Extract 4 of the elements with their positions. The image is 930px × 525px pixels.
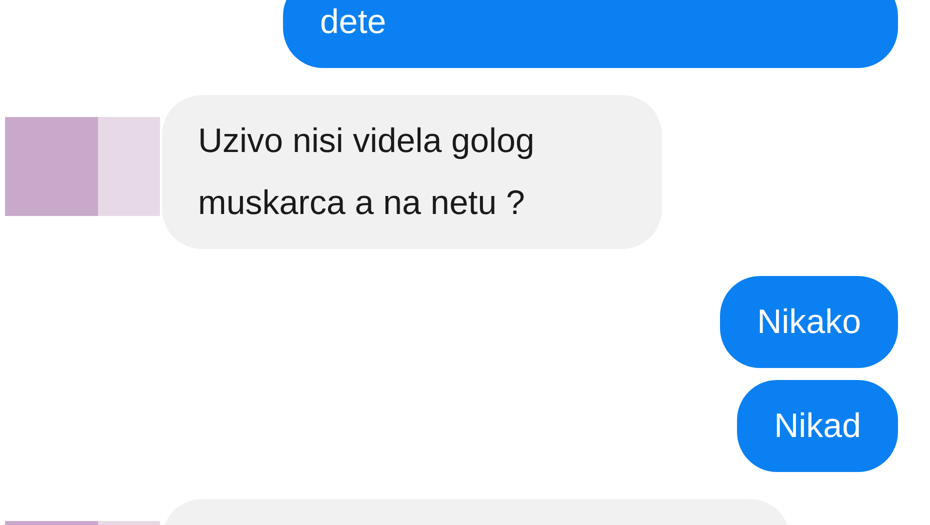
incoming-message-bubble: Uzivo nisi videla golog muskarca a na netu ? — [162, 95, 662, 249]
outgoing-message-bubble: Nikad — [737, 380, 898, 472]
outgoing-message-bubble: Nikako — [720, 276, 898, 368]
outgoing-message-bubble: dete — [283, 0, 898, 68]
